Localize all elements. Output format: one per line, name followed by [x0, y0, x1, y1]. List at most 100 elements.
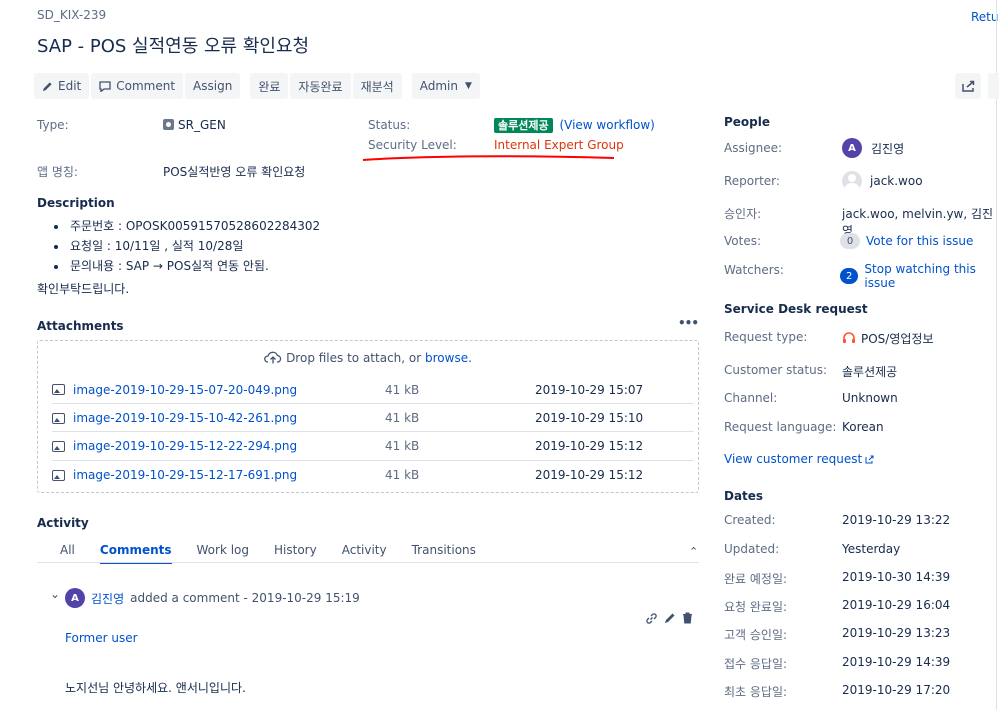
- request-type-label: Request type:: [724, 330, 808, 344]
- assignee-label: Assignee:: [724, 141, 783, 155]
- vote-link[interactable]: Vote for this issue: [866, 234, 973, 248]
- people-title: People: [724, 115, 771, 129]
- activity-tabs: All Comments Work log History Activity T…: [60, 543, 501, 564]
- attachment-size: 41 kB: [385, 468, 420, 482]
- view-workflow-link[interactable]: (View workflow): [559, 118, 654, 132]
- comment-button[interactable]: Comment: [91, 73, 184, 99]
- security-value: Internal Expert Group: [494, 138, 624, 152]
- image-file-icon: [52, 469, 65, 481]
- description-closing: 확인부탁드립니다.: [37, 282, 130, 296]
- avatar[interactable]: A: [842, 138, 862, 158]
- edit-button[interactable]: Edit: [34, 73, 90, 99]
- admin-dropdown[interactable]: Admin ▼: [411, 73, 480, 99]
- assignee-value: A 김진영: [842, 138, 904, 158]
- upload-cloud-icon: [264, 351, 282, 364]
- avatar[interactable]: A: [65, 588, 85, 608]
- former-user-link[interactable]: Former user: [65, 631, 138, 645]
- assignee-name[interactable]: 김진영: [871, 140, 904, 157]
- attachment-name[interactable]: image-2019-10-29-15-12-17-691.png: [73, 468, 385, 482]
- comment-header: A 김진영 added a comment - 2019-10-29 15:19: [65, 588, 360, 608]
- watchers-label: Watchers:: [724, 263, 784, 277]
- comment-meta: added a comment - 2019-10-29 15:19: [130, 591, 360, 605]
- comment-actions: [645, 612, 693, 625]
- attachment-name[interactable]: image-2019-10-29-15-12-22-294.png: [73, 439, 385, 453]
- attachment-name[interactable]: image-2019-10-29-15-10-42-261.png: [73, 411, 385, 425]
- issue-key[interactable]: SD_KIX-239: [37, 8, 106, 22]
- attachment-name[interactable]: image-2019-10-29-15-07-20-049.png: [73, 383, 385, 397]
- attachment-row[interactable]: image-2019-10-29-15-07-20-049.png 41 kB …: [52, 375, 694, 404]
- reanalysis-button[interactable]: 재분석: [352, 73, 402, 99]
- trash-icon[interactable]: [682, 612, 693, 624]
- attachment-size: 41 kB: [385, 411, 420, 425]
- attachment-dropzone[interactable]: Drop files to attach, or browse. image-2…: [37, 340, 699, 493]
- reporter-name[interactable]: jack.woo: [870, 174, 923, 188]
- share-button[interactable]: [955, 73, 981, 99]
- tab-activity[interactable]: Activity: [342, 543, 387, 564]
- date-label: 고객 승인일:: [724, 628, 788, 642]
- request-type-value: POS/영업정보: [842, 330, 934, 347]
- tab-work-log[interactable]: Work log: [197, 543, 250, 564]
- watchers-count: 2: [840, 268, 859, 284]
- workflow-actions: 완료 자동완료 재분석: [250, 73, 402, 99]
- security-label: Security Level:: [368, 138, 457, 152]
- attachment-size: 41 kB: [385, 382, 420, 397]
- link-icon[interactable]: [645, 612, 658, 625]
- browse-link[interactable]: browse.: [425, 351, 472, 365]
- tab-comments[interactable]: Comments: [99, 543, 172, 564]
- comment-label: Comment: [116, 79, 176, 93]
- admin-label: Admin: [419, 79, 458, 93]
- collapse-icon[interactable]: ⌃: [689, 545, 698, 558]
- comment-author[interactable]: 김진영: [91, 590, 124, 607]
- chevron-down-icon[interactable]: ⌄: [50, 587, 60, 601]
- tab-history[interactable]: History: [274, 543, 317, 564]
- right-divider: [996, 0, 997, 710]
- status-field: 솔루션제공 (View workflow): [494, 117, 655, 133]
- reporter-label: Reporter:: [724, 174, 780, 188]
- share-icon: [961, 80, 974, 92]
- activity-title: Activity: [37, 516, 89, 530]
- complete-button[interactable]: 완료: [250, 73, 289, 99]
- attachments-title: Attachments: [37, 319, 124, 333]
- dates-title: Dates: [724, 489, 764, 503]
- description-title: Description: [37, 196, 115, 210]
- date-value: 2019-10-29 17:20: [842, 683, 951, 697]
- approvers-label: 승인자:: [724, 207, 762, 221]
- issue-toolbar: Edit Comment Assign 완료 자동완료 재분석 Admin ▼: [34, 73, 480, 99]
- votes-count: 0: [840, 233, 860, 249]
- date-value: 2019-10-30 14:39: [842, 570, 951, 584]
- attachment-row[interactable]: image-2019-10-29-15-12-22-294.png 41 kB …: [52, 431, 694, 460]
- attachment-row[interactable]: image-2019-10-29-15-10-42-261.png 41 kB …: [52, 403, 694, 432]
- description-item: 주문번호 : OPOSK00591570528602284302: [68, 216, 320, 236]
- attachment-row[interactable]: image-2019-10-29-15-12-17-691.png 41 kB …: [52, 460, 694, 489]
- drop-text: Drop files to attach, or: [286, 351, 422, 365]
- tab-all[interactable]: All: [60, 543, 75, 564]
- tab-transitions[interactable]: Transitions: [412, 543, 476, 564]
- red-underline-annotation: [362, 155, 615, 161]
- date-value: 2019-10-29 14:39: [842, 655, 951, 669]
- view-customer-request-link[interactable]: View customer request: [724, 452, 862, 466]
- comment-body: 노지선님 안녕하세요. 앤서니입니다.: [65, 681, 246, 695]
- comment-icon: [99, 80, 111, 92]
- pencil-icon: [42, 81, 52, 91]
- avatar[interactable]: [842, 171, 862, 191]
- return-link[interactable]: Retur: [971, 10, 999, 24]
- attachment-size: 41 kB: [385, 439, 420, 453]
- more-options-icon[interactable]: •••: [678, 316, 699, 330]
- export-button[interactable]: [988, 73, 999, 99]
- auto-complete-button[interactable]: 자동완료: [290, 73, 351, 99]
- pencil-icon[interactable]: [664, 612, 676, 624]
- watch-link[interactable]: Stop watching this issue: [864, 262, 999, 290]
- attachment-date: 2019-10-29 15:10: [535, 411, 644, 425]
- status-badge: 솔루션제공: [494, 118, 553, 133]
- attachment-date: 2019-10-29 15:12: [535, 468, 644, 482]
- edit-label: Edit: [58, 79, 82, 93]
- view-customer-request[interactable]: View customer request: [724, 452, 874, 466]
- description-item: 요청일 : 10/11일 , 실적 10/28일: [68, 236, 320, 256]
- request-language-value: Korean: [842, 420, 884, 434]
- assign-button[interactable]: Assign: [185, 73, 241, 99]
- image-file-icon: [52, 384, 65, 395]
- date-label: Updated:: [724, 542, 780, 556]
- channel-value: Unknown: [842, 391, 898, 405]
- image-file-icon: [52, 440, 65, 452]
- issue-title[interactable]: SAP - POS 실적연동 오류 확인요청: [37, 32, 309, 58]
